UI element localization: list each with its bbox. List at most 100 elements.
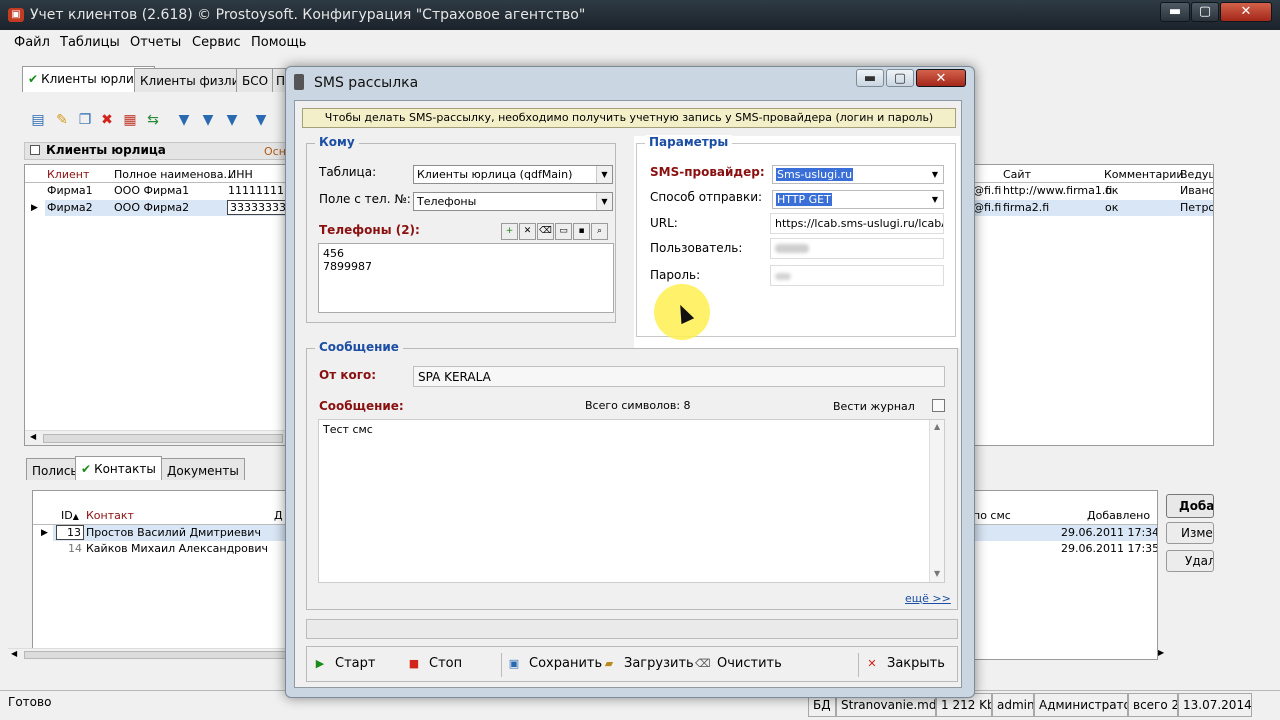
scroll-up-icon[interactable]: ▲ bbox=[934, 422, 940, 431]
title-bar: ▣ Учет клиентов (2.618) © Prostoysoft. К… bbox=[0, 0, 1280, 30]
export-icon[interactable]: ▤ bbox=[28, 110, 48, 130]
cell-lead[interactable]: Петро bbox=[1180, 201, 1213, 214]
cell-email[interactable]: @fi.fi bbox=[973, 184, 1001, 197]
dialog-minimize-button[interactable]: ▬ bbox=[856, 69, 884, 87]
save-icon[interactable]: ▪ bbox=[573, 223, 590, 240]
search-icon[interactable]: ⌕ bbox=[591, 223, 608, 240]
cell-inn[interactable]: 1111111111 bbox=[228, 184, 285, 197]
remove-icon[interactable]: ✕ bbox=[519, 223, 536, 240]
cell-contact[interactable]: Простов Василий Дмитриевич bbox=[86, 526, 261, 539]
add-contact-button[interactable]: Добав bbox=[1166, 494, 1214, 518]
dialog-close-button[interactable]: ✕ bbox=[916, 69, 966, 87]
open-folder-icon[interactable]: ▭ bbox=[555, 223, 572, 240]
provider-select[interactable]: Sms-uslugi.ru ▼ bbox=[772, 165, 944, 184]
delete-icon[interactable]: ✖ bbox=[97, 110, 117, 130]
cell-id[interactable]: 14 bbox=[56, 542, 84, 555]
tab-bso[interactable]: БСО bbox=[236, 68, 275, 92]
stop-button[interactable]: ■ Стоп bbox=[407, 650, 462, 678]
filter-settings-icon[interactable]: ▼ bbox=[251, 110, 271, 130]
menu-reports[interactable]: Отчеты bbox=[130, 35, 181, 50]
col-sms[interactable]: по смс bbox=[973, 509, 1011, 522]
method-label: Способ отправки: bbox=[650, 190, 763, 204]
menu-service[interactable]: Сервис bbox=[192, 35, 241, 50]
url-input[interactable]: https://lcab.sms-uslugi.ru/lcabApi/s bbox=[770, 213, 944, 234]
menu-tables[interactable]: Таблицы bbox=[60, 35, 120, 50]
cell-fullname[interactable]: ООО Фирма2 bbox=[114, 201, 189, 214]
cell-site[interactable]: http://www.firma1.fi bbox=[1003, 184, 1112, 197]
col-added[interactable]: Добавлено bbox=[1087, 509, 1150, 522]
cell-site[interactable]: firma2.fi bbox=[1003, 201, 1049, 214]
phones-list[interactable]: 456 7899987 bbox=[318, 243, 614, 313]
cell-email[interactable]: @fi.fi bbox=[973, 201, 1001, 214]
col-id[interactable]: ID▲ bbox=[61, 509, 79, 522]
tab-documents[interactable]: Документы bbox=[161, 458, 245, 480]
save-button[interactable]: ▣ Сохранить bbox=[507, 650, 602, 678]
user-input[interactable] bbox=[770, 238, 944, 259]
table-select[interactable]: Клиенты юрлица (qdfMain) ▼ bbox=[413, 165, 613, 184]
cell-added[interactable]: 29.06.2011 17:35 bbox=[1061, 542, 1157, 555]
phone-icon bbox=[294, 74, 304, 90]
phone-field-select[interactable]: Телефоны ▼ bbox=[413, 192, 613, 211]
edit-contact-button[interactable]: Измен bbox=[1166, 522, 1214, 544]
col-d[interactable]: Д bbox=[274, 509, 283, 522]
more-link[interactable]: ещё >> bbox=[905, 592, 951, 605]
close-button[interactable]: ✕ bbox=[1220, 2, 1272, 22]
tab-contacts[interactable]: ✔ Контакты bbox=[75, 456, 162, 480]
scroll-down-icon[interactable]: ▼ bbox=[934, 569, 940, 578]
log-checkbox[interactable] bbox=[932, 399, 945, 412]
button-separator bbox=[501, 653, 502, 677]
cell-comment[interactable]: ок bbox=[1105, 201, 1118, 214]
menu-file[interactable]: Файл bbox=[14, 35, 50, 50]
cell-contact[interactable]: Кайков Михаил Александрович bbox=[86, 542, 268, 555]
filter-clear-icon[interactable]: ▼ bbox=[198, 110, 218, 130]
minimize-button[interactable]: ▬ bbox=[1160, 2, 1190, 22]
load-button[interactable]: ▰ Загрузить bbox=[602, 650, 694, 678]
menu-help[interactable]: Помощь bbox=[251, 35, 306, 50]
col-contact[interactable]: Контакт bbox=[86, 509, 134, 522]
edit-icon[interactable]: ✎ bbox=[52, 110, 72, 130]
cell-lead[interactable]: Ивано bbox=[1180, 184, 1213, 197]
cell-fullname[interactable]: ООО Фирма1 bbox=[114, 184, 189, 197]
delete-contact-button[interactable]: Удал bbox=[1166, 550, 1214, 572]
cell-comment[interactable]: ок bbox=[1105, 184, 1118, 197]
cell-inn-editing[interactable]: 3333333333 bbox=[227, 200, 285, 215]
close-label: Закрыть bbox=[887, 656, 945, 671]
col-site[interactable]: Сайт bbox=[1003, 168, 1031, 181]
method-select[interactable]: HTTP GET ▼ bbox=[772, 190, 944, 209]
cell-id[interactable]: 13 bbox=[56, 525, 84, 540]
tab-more[interactable]: П bbox=[272, 68, 286, 92]
from-input[interactable]: SPA KERALA bbox=[413, 366, 945, 387]
message-textarea[interactable]: Тест смс bbox=[318, 419, 945, 583]
filter-remove-icon[interactable]: ▼ bbox=[222, 110, 242, 130]
cell-client[interactable]: Фирма2 bbox=[47, 201, 93, 214]
col-client[interactable]: Клиент bbox=[47, 168, 89, 181]
status-role: Администратор bbox=[1034, 693, 1128, 717]
cell-added[interactable]: 29.06.2011 17:34 bbox=[1061, 526, 1157, 539]
scroll-left-icon[interactable]: ◀ bbox=[11, 649, 17, 658]
col-fullname[interactable]: Полное наименова... bbox=[114, 168, 234, 181]
scroll-right-icon[interactable]: ▶ bbox=[1158, 648, 1170, 660]
horizontal-scrollbar[interactable]: ◀ bbox=[25, 430, 285, 445]
add-icon[interactable]: + bbox=[501, 223, 518, 240]
col-lead[interactable]: Ведущ bbox=[1180, 168, 1213, 181]
cell-client[interactable]: Фирма1 bbox=[47, 184, 93, 197]
to-group: Кому Таблица: Клиенты юрлица (qdfMain) ▼ … bbox=[306, 135, 616, 323]
dialog-maximize-button[interactable]: ▢ bbox=[886, 69, 914, 87]
password-input[interactable] bbox=[770, 265, 944, 286]
clear-button[interactable]: ⌫ Очистить bbox=[695, 650, 782, 678]
table-delete-icon[interactable]: ▦ bbox=[120, 110, 140, 130]
scroll-left-icon[interactable]: ◀ bbox=[30, 432, 36, 441]
message-vscroll[interactable]: ▲ ▼ bbox=[929, 420, 944, 582]
col-comment[interactable]: Комментарии bbox=[1104, 168, 1184, 181]
maximize-button[interactable]: ▢ bbox=[1191, 2, 1219, 22]
start-button[interactable]: ▶ Старт bbox=[313, 650, 376, 678]
refresh-icon[interactable]: ⇆ bbox=[143, 110, 163, 130]
contacts-hscroll[interactable]: ◀ bbox=[8, 648, 286, 660]
col-inn[interactable]: ИНН bbox=[228, 168, 253, 181]
message-group: Сообщение От кого: SPA KERALA Сообщение:… bbox=[306, 340, 958, 610]
close-dialog-button[interactable]: ✕ Закрыть bbox=[865, 650, 945, 678]
filter-icon[interactable]: ▼ bbox=[174, 110, 194, 130]
eraser-icon[interactable]: ⌫ bbox=[537, 223, 554, 240]
copy-icon[interactable]: ❐ bbox=[75, 110, 95, 130]
save-icon: ▣ bbox=[508, 657, 520, 670]
